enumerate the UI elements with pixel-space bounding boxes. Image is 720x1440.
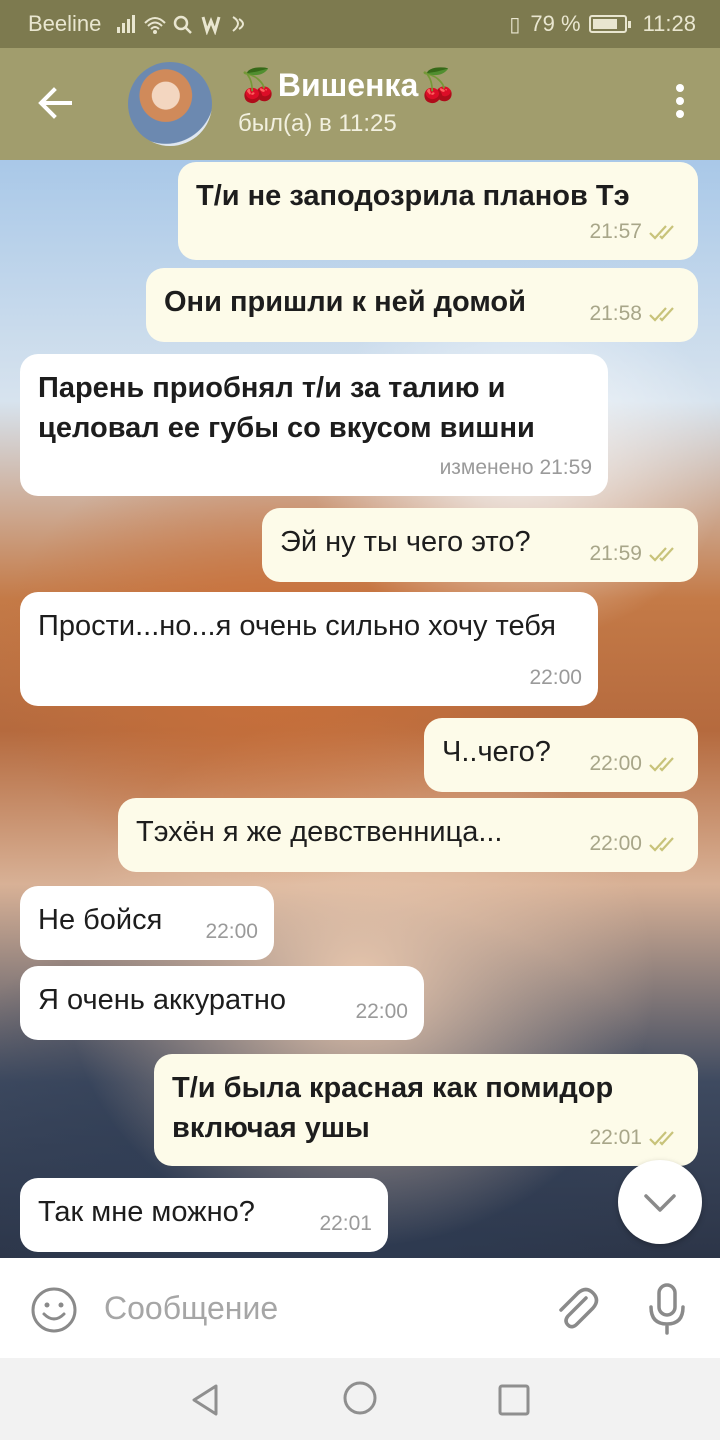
message-bubble[interactable]: Я очень аккуратно 22:00 — [20, 966, 424, 1040]
paperclip-icon[interactable] — [552, 1284, 600, 1334]
message-text: Прости...но...я очень сильно хочу тебя — [38, 610, 556, 642]
smiley-icon[interactable] — [30, 1286, 78, 1334]
message-text: Я очень аккуратно — [38, 984, 286, 1016]
double-check-icon — [649, 757, 674, 772]
message-bubble[interactable]: Ч..чего? 22:00 — [424, 718, 698, 792]
message-bubble[interactable]: Парень приобнял т/и за талию и целовал е… — [20, 354, 608, 496]
message-bubble[interactable]: Они пришли к ней домой 21:58 — [146, 268, 698, 342]
message-bubble[interactable]: Тэхён я же девственница... 22:00 — [118, 798, 698, 872]
chat-title[interactable]: 🍒Вишенка🍒 — [238, 66, 458, 104]
message-text: Т/и не заподозрила планов Тэ — [196, 180, 630, 212]
message-bubble[interactable]: Т/и не заподозрила планов Тэ 21:57 — [178, 162, 698, 260]
message-time: 22:00 — [205, 920, 258, 943]
message-bubble[interactable]: Т/и была красная как помидор включая ушы… — [154, 1054, 698, 1166]
message-bubble[interactable]: Не бойся 22:00 — [20, 886, 274, 960]
message-text: Т/и была красная как помидор включая ушы — [172, 1072, 614, 1144]
contact-avatar[interactable] — [128, 62, 212, 146]
message-text: Не бойся — [38, 904, 163, 936]
chevron-down-icon — [644, 1194, 676, 1212]
message-time: 22:01 — [589, 1126, 642, 1149]
message-time: 21:59 — [589, 542, 642, 565]
chat-header: 🍒Вишенка🍒 был(а) в 11:25 — [0, 48, 720, 160]
message-time: 21:57 — [589, 220, 642, 243]
message-time: 21:58 — [589, 302, 642, 325]
battery-level — [592, 19, 617, 29]
triangle-back-icon[interactable] — [186, 1380, 226, 1420]
double-check-icon — [649, 1131, 674, 1146]
carrier-name: Beeline — [28, 11, 102, 36]
message-text: Ч..чего? — [442, 736, 551, 768]
message-input-bar — [0, 1258, 720, 1358]
message-time: 22:00 — [355, 1000, 408, 1023]
scroll-down-button[interactable] — [618, 1160, 702, 1244]
square-recent-icon[interactable] — [494, 1380, 534, 1420]
double-check-icon — [649, 547, 674, 562]
signal-wifi-icons — [117, 15, 245, 35]
message-time: 22:00 — [589, 832, 642, 855]
double-check-icon — [649, 307, 674, 322]
message-text: Эй ну ты чего это? — [280, 526, 531, 558]
circle-home-icon[interactable] — [340, 1378, 380, 1418]
status-bar: Beeline ▯ 79 % 11:28 — [0, 0, 720, 48]
message-text: Парень приобнял т/и за талию и целовал е… — [38, 372, 535, 444]
microphone-icon[interactable] — [646, 1282, 688, 1336]
message-time: изменено 21:59 — [439, 456, 592, 479]
message-bubble[interactable]: Так мне можно? 22:01 — [20, 1178, 388, 1252]
double-check-icon — [649, 225, 674, 240]
double-check-icon — [649, 837, 674, 852]
battery-icon — [588, 15, 631, 33]
more-vertical-icon[interactable] — [674, 84, 686, 124]
message-text: Тэхён я же девственница... — [136, 816, 503, 848]
message-bubble[interactable]: Эй ну ты чего это? 21:59 — [262, 508, 698, 582]
battery-percent: 79 % — [530, 11, 581, 36]
message-time: 22:01 — [319, 1212, 372, 1235]
message-text: Так мне можно? — [38, 1196, 255, 1228]
message-input[interactable] — [104, 1280, 524, 1336]
arrow-left-icon[interactable] — [30, 78, 80, 128]
message-time: 22:00 — [529, 666, 582, 689]
message-time: 22:00 — [589, 752, 642, 775]
last-seen-status: был(а) в 11:25 — [238, 110, 397, 137]
vibrate-icon: ▯ — [509, 13, 523, 36]
message-text: Они пришли к ней домой — [164, 286, 526, 318]
system-nav-bar — [0, 1358, 720, 1440]
clock: 11:28 — [642, 11, 696, 36]
message-bubble[interactable]: Прости...но...я очень сильно хочу тебя 2… — [20, 592, 598, 706]
